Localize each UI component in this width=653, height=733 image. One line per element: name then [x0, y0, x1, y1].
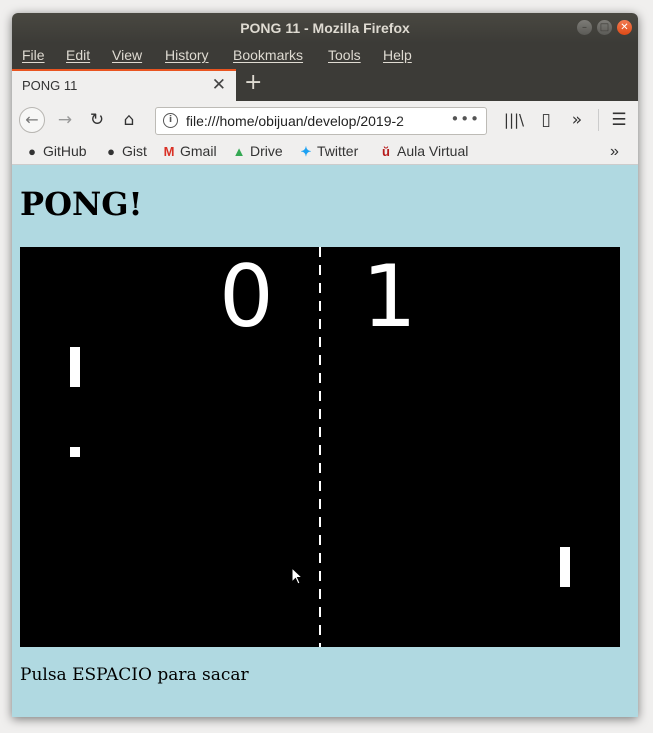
hamburger-menu-icon[interactable]: ☰: [606, 107, 632, 133]
aula-virtual-icon: ŭ: [382, 144, 390, 159]
bookmark-github[interactable]: ● GitHub: [24, 143, 87, 159]
forward-button[interactable]: →: [52, 107, 78, 133]
tab-pong[interactable]: PONG 11 ✕: [12, 69, 236, 101]
page-title: PONG!: [20, 185, 143, 223]
bookmark-label: Aula Virtual: [397, 143, 469, 159]
menu-help[interactable]: Help: [383, 47, 412, 63]
gmail-icon: M: [163, 144, 175, 159]
gist-icon: ●: [107, 144, 115, 159]
bookmark-label: Twitter: [317, 143, 359, 159]
center-net: [319, 247, 321, 647]
bookmarks-toolbar: ● GitHub ● Gist M Gmail ▲ Drive ✦ Twitter ŭ Au…: [12, 139, 638, 165]
info-icon[interactable]: i: [163, 113, 178, 128]
right-paddle: [560, 547, 570, 587]
window-title: PONG 11 - Mozilla Firefox: [240, 20, 410, 36]
menu-edit[interactable]: Edit: [66, 47, 90, 63]
home-button[interactable]: ⌂: [116, 107, 142, 133]
bookmark-gist[interactable]: ● Gist: [103, 143, 147, 159]
tab-title: PONG 11: [22, 78, 78, 93]
back-button[interactable]: ←: [19, 107, 45, 133]
minimize-button[interactable]: –: [577, 20, 592, 35]
bookmarks-overflow-icon[interactable]: »: [610, 143, 619, 161]
bookmark-label: Gmail: [180, 143, 217, 159]
page-content: PONG! 0 1 Pulsa ESPACIO para sacar: [12, 165, 638, 717]
menu-bar: File Edit View History Bookmarks Tools H…: [12, 43, 638, 69]
bookmark-gmail[interactable]: M Gmail: [161, 143, 217, 159]
menu-tools[interactable]: Tools: [328, 47, 361, 63]
new-tab-button[interactable]: +: [244, 70, 262, 95]
bookmark-label: Drive: [250, 143, 283, 159]
menu-file[interactable]: File: [22, 47, 45, 63]
url-bar[interactable]: i file:///home/obijuan/develop/2019-2 ••…: [155, 107, 487, 135]
overflow-chevron-icon[interactable]: »: [564, 107, 590, 133]
bookmark-drive[interactable]: ▲ Drive: [231, 143, 283, 159]
sidebar-icon[interactable]: ▯: [533, 107, 559, 133]
menu-history[interactable]: History: [165, 47, 209, 63]
drive-icon: ▲: [232, 144, 246, 159]
firefox-window: PONG 11 - Mozilla Firefox – □ ✕ File Edi…: [12, 13, 638, 717]
reload-button[interactable]: ↻: [84, 107, 110, 133]
left-paddle: [70, 347, 80, 387]
menu-view[interactable]: View: [112, 47, 142, 63]
github-icon: ●: [28, 144, 36, 159]
score-right: 1: [362, 247, 417, 347]
close-window-button[interactable]: ✕: [617, 20, 632, 35]
bookmark-label: GitHub: [43, 143, 87, 159]
menu-bookmarks[interactable]: Bookmarks: [233, 47, 303, 63]
twitter-icon: ✦: [300, 144, 312, 159]
score-left: 0: [219, 247, 274, 347]
bookmark-label: Gist: [122, 143, 147, 159]
bookmark-aula-virtual[interactable]: ŭ Aula Virtual: [378, 143, 468, 159]
navigation-bar: ← → ↻ ⌂ i file:///home/obijuan/develop/2…: [12, 101, 638, 139]
maximize-button[interactable]: □: [597, 20, 612, 35]
tab-bar: PONG 11 ✕ +: [12, 69, 638, 101]
tab-close-icon[interactable]: ✕: [212, 75, 226, 95]
ball: [70, 447, 80, 457]
instructions-text: Pulsa ESPACIO para sacar: [20, 665, 249, 685]
page-actions-icon[interactable]: •••: [450, 110, 480, 128]
toolbar-divider: [598, 109, 599, 131]
bookmark-twitter[interactable]: ✦ Twitter: [298, 143, 359, 160]
library-icon[interactable]: |||\: [501, 107, 527, 133]
pong-canvas[interactable]: 0 1: [20, 247, 620, 647]
title-bar: PONG 11 - Mozilla Firefox – □ ✕: [12, 13, 638, 43]
mouse-cursor-icon: [291, 567, 304, 585]
url-text[interactable]: file:///home/obijuan/develop/2019-2: [186, 113, 436, 129]
